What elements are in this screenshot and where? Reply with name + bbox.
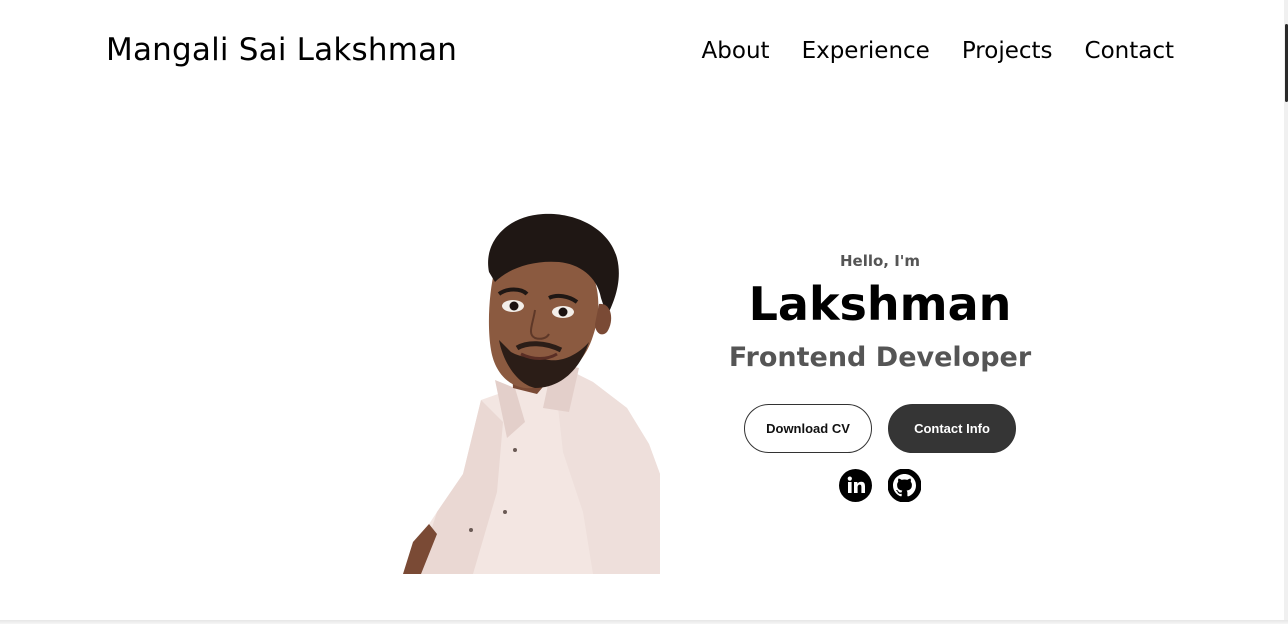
site-logo[interactable]: Mangali Sai Lakshman xyxy=(106,32,457,68)
download-cv-button[interactable]: Download CV xyxy=(744,404,872,453)
profile-photo-illustration xyxy=(403,213,660,574)
hero-intro: Hello, I'm Lakshman Frontend Developer xyxy=(720,250,1040,373)
contact-info-button[interactable]: Contact Info xyxy=(888,404,1016,453)
scrollbar[interactable] xyxy=(1284,0,1288,620)
hero-name: Lakshman xyxy=(748,277,1012,331)
hero-buttons: Download CV Contact Info xyxy=(744,404,1016,453)
nav-links: About Experience Projects Contact xyxy=(702,38,1174,64)
linkedin-icon[interactable] xyxy=(839,469,872,502)
github-icon[interactable] xyxy=(887,468,922,503)
section-divider xyxy=(0,620,1288,624)
hero-role: Frontend Developer xyxy=(728,342,1032,374)
greeting-text: Hello, I'm xyxy=(839,252,921,270)
nav-link-experience[interactable]: Experience xyxy=(802,38,930,64)
social-links xyxy=(839,468,922,503)
portfolio-page: Mangali Sai Lakshman About Experience Pr… xyxy=(0,0,1288,624)
nav-link-projects[interactable]: Projects xyxy=(962,38,1053,64)
top-nav: Mangali Sai Lakshman About Experience Pr… xyxy=(0,0,1288,106)
nav-link-contact[interactable]: Contact xyxy=(1085,38,1174,64)
profile-photo xyxy=(403,212,660,574)
nav-link-about[interactable]: About xyxy=(702,38,770,64)
